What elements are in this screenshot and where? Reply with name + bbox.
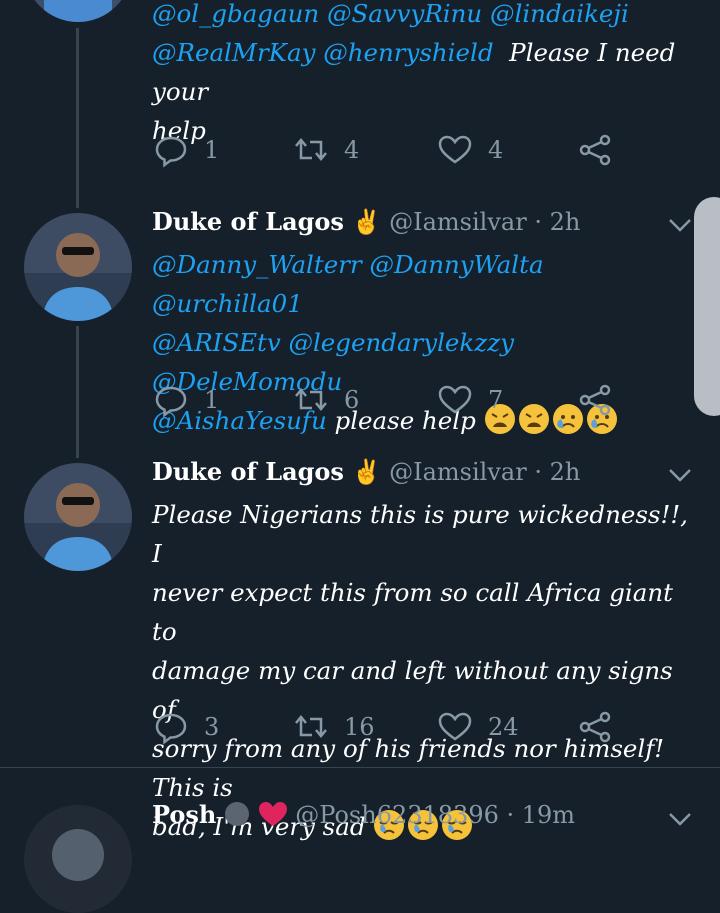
timestamp[interactable]: · 2h <box>534 458 580 486</box>
display-name[interactable]: Posh <box>152 800 216 829</box>
tweet-text-line: never expect this from so call Africa gi… <box>152 578 673 646</box>
heart-icon <box>438 135 472 164</box>
username[interactable]: @Posh62318396 <box>295 801 499 829</box>
reply-count: 3 <box>204 713 220 741</box>
retweet-count: 4 <box>344 136 360 164</box>
tweet-mentions[interactable]: @Danny_Walterr @DannyWalta @urchilla01 <box>152 245 690 323</box>
reply-count: 1 <box>204 136 220 164</box>
chevron-down-icon[interactable] <box>668 468 692 482</box>
reply-button[interactable]: 3 <box>152 707 219 747</box>
tweet-header: Duke of Lagos ✌ @Iamsilvar · 2h <box>152 457 580 486</box>
timestamp[interactable]: · 2h <box>534 208 580 236</box>
thread-line <box>76 28 79 208</box>
heart-emoji <box>258 802 287 826</box>
share-icon <box>579 134 611 166</box>
name-emoji: ✌ <box>351 208 382 236</box>
retweet-button[interactable]: 6 <box>292 380 359 420</box>
reply-count: 1 <box>204 386 220 414</box>
like-button[interactable]: 24 <box>436 707 519 747</box>
avatar[interactable] <box>24 213 132 321</box>
share-button[interactable] <box>576 707 614 747</box>
tweet-text: Please Nigerians this is pure wickedness… <box>152 495 690 846</box>
like-count: 7 <box>488 386 504 414</box>
name-emoji: ✌ <box>351 458 382 486</box>
thread-line <box>76 326 79 458</box>
username[interactable]: @Iamsilvar <box>389 458 527 486</box>
retweet-button[interactable]: 4 <box>292 130 359 170</box>
like-button[interactable]: 7 <box>436 380 503 420</box>
share-button[interactable] <box>576 130 614 170</box>
share-icon <box>579 384 611 416</box>
tweet-actions: 1 4 4 <box>152 130 632 170</box>
reply-icon <box>155 386 187 418</box>
display-name[interactable]: Duke of Lagos <box>152 457 344 486</box>
avatar[interactable] <box>24 0 132 22</box>
divider <box>0 767 720 768</box>
reply-icon <box>155 713 187 745</box>
like-count: 24 <box>488 713 519 741</box>
share-button[interactable] <box>576 380 614 420</box>
tweet-text: @ol_gbagaun @SavvyRinu @lindaikeji @Real… <box>152 0 690 150</box>
tweet-actions: 1 6 7 <box>152 380 632 420</box>
retweet-count: 16 <box>344 713 375 741</box>
retweet-count: 6 <box>344 386 360 414</box>
retweet-icon <box>295 138 327 161</box>
tweet-header: Posh @Posh62318396 · 19m <box>152 800 575 829</box>
avatar[interactable] <box>24 805 132 913</box>
tweet-mentions[interactable]: @ol_gbagaun @SavvyRinu @lindaikeji <box>152 0 690 33</box>
tweet-header: Duke of Lagos ✌ @Iamsilvar · 2h <box>152 207 580 236</box>
chevron-down-icon[interactable] <box>668 218 692 232</box>
timestamp[interactable]: · 19m <box>507 801 576 829</box>
tweet-mentions[interactable]: @RealMrKay @henryshield <box>152 38 494 67</box>
reply-icon <box>155 136 187 168</box>
avatar[interactable] <box>24 463 132 571</box>
tweet-actions: 3 16 24 <box>152 707 632 747</box>
reply-button[interactable]: 1 <box>152 130 219 170</box>
like-button[interactable]: 4 <box>436 130 503 170</box>
reply-button[interactable]: 1 <box>152 380 219 420</box>
username[interactable]: @Iamsilvar <box>389 208 527 236</box>
scrollbar-thumb[interactable] <box>694 197 720 416</box>
heart-icon <box>438 712 472 741</box>
retweet-button[interactable]: 16 <box>292 707 375 747</box>
share-icon <box>579 711 611 743</box>
display-name[interactable]: Duke of Lagos <box>152 207 344 236</box>
retweet-icon <box>295 388 327 411</box>
heart-icon <box>438 385 472 414</box>
chevron-down-icon[interactable] <box>668 812 692 826</box>
like-count: 4 <box>488 136 504 164</box>
tweet-text-line: Please Nigerians this is pure wickedness… <box>152 500 688 568</box>
retweet-icon <box>295 715 327 738</box>
face-emoji <box>225 802 250 826</box>
